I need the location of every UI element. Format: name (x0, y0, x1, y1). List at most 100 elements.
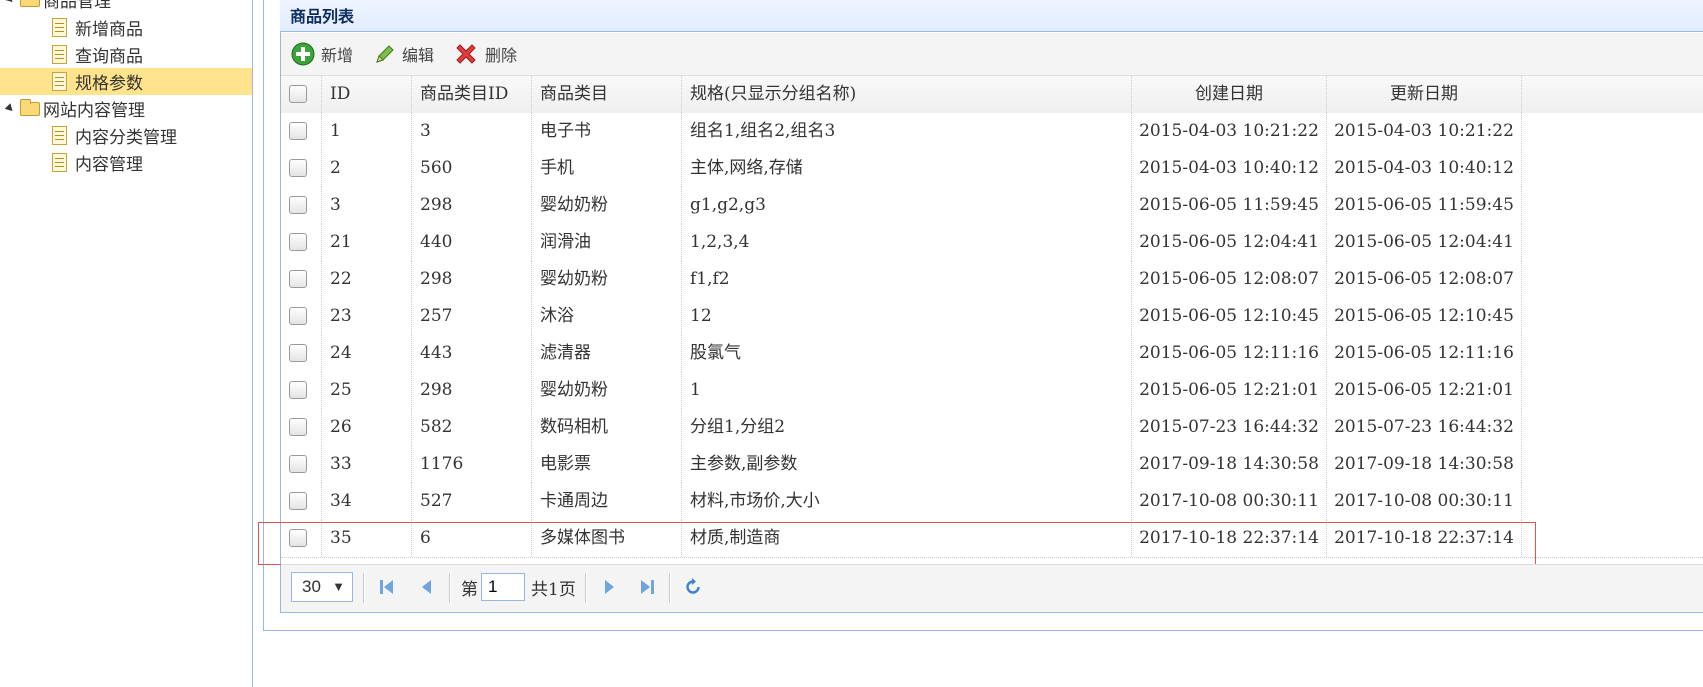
table-row[interactable]: 21 440 润滑油 1,2,3,4 2015-06-05 12:04:41 2015-0… (281, 224, 1703, 262)
row-checkbox[interactable] (289, 418, 307, 436)
add-button-label: 新增 (321, 46, 354, 65)
pager-separator (363, 573, 365, 603)
table-row[interactable]: 22 298 婴幼奶粉 f1,f2 2015-06-05 12:08:07 2015-06… (281, 261, 1703, 299)
next-page-icon[interactable] (599, 577, 619, 597)
tree-item-label: 内容管理 (75, 155, 143, 175)
tree-item-query-goods[interactable]: 查询商品 (0, 41, 252, 68)
cell-created: 2015-04-03 10:40:12 (1132, 150, 1327, 187)
document-icon (52, 18, 67, 37)
row-select-cell (281, 261, 322, 298)
tree-item-spec-params[interactable]: 规格参数 (0, 68, 252, 95)
row-checkbox[interactable] (289, 529, 307, 547)
page-size-select[interactable]: 30 ▼ (291, 572, 353, 602)
cell-id: 23 (322, 298, 412, 335)
cell-created: 2015-04-03 10:21:22 (1132, 113, 1327, 150)
row-checkbox[interactable] (289, 492, 307, 510)
cell-created: 2015-06-05 11:59:45 (1132, 187, 1327, 224)
row-checkbox[interactable] (289, 455, 307, 473)
column-header-category-id[interactable]: 商品类目ID (412, 76, 532, 113)
delete-x-icon (456, 44, 476, 64)
select-all-cell (281, 76, 322, 113)
prev-page-icon[interactable] (417, 577, 437, 597)
row-checkbox[interactable] (289, 344, 307, 362)
cell-spec: 1,2,3,4 (682, 224, 1132, 261)
column-header-id[interactable]: ID (322, 76, 412, 113)
row-checkbox[interactable] (289, 122, 307, 140)
column-header-spec[interactable]: 规格(只显示分组名称) (682, 76, 1132, 113)
tree-node-goods-management[interactable]: 商品管理 (0, 0, 252, 13)
cell-id: 33 (322, 446, 412, 483)
document-icon (52, 153, 67, 172)
row-checkbox[interactable] (289, 307, 307, 325)
plus-icon (291, 42, 315, 66)
table-row[interactable]: 3 298 婴幼奶粉 g1,g2,g3 2015-06-05 11:59:45 2015-… (281, 187, 1703, 225)
delete-button[interactable]: 删除 (453, 41, 517, 67)
row-select-cell (281, 372, 322, 409)
cell-spec: 1 (682, 372, 1132, 409)
cell-id: 22 (322, 261, 412, 298)
tree-item-content-management[interactable]: 内容管理 (0, 149, 252, 176)
cell-spec: g1,g2,g3 (682, 187, 1132, 224)
cell-id: 2 (322, 150, 412, 187)
cell-updated: 2015-06-05 12:08:07 (1327, 261, 1522, 298)
cell-updated: 2015-06-05 11:59:45 (1327, 187, 1522, 224)
refresh-icon[interactable] (683, 577, 703, 597)
row-checkbox[interactable] (289, 270, 307, 288)
collapse-triangle-icon[interactable] (4, 0, 16, 5)
cell-created: 2015-07-23 16:44:32 (1132, 409, 1327, 446)
cell-category: 滤清器 (532, 335, 682, 372)
column-header-updated[interactable]: 更新日期 (1327, 76, 1522, 113)
table-row[interactable]: 35 6 多媒体图书 材质,制造商 2017-10-18 22:37:14 2017-10… (281, 520, 1703, 558)
tree-node-site-content[interactable]: 网站内容管理 (0, 95, 252, 122)
tree-item-content-category[interactable]: 内容分类管理 (0, 122, 252, 149)
table-row[interactable]: 26 582 数码相机 分组1,分组2 2015-07-23 16:44:32 2015-… (281, 409, 1703, 447)
edit-button[interactable]: 编辑 (374, 41, 434, 67)
first-page-icon[interactable] (377, 577, 397, 597)
cell-category: 数码相机 (532, 409, 682, 446)
select-all-checkbox[interactable] (289, 85, 307, 103)
row-checkbox[interactable] (289, 381, 307, 399)
table-row[interactable]: 24 443 滤清器 股氯气 2015-06-05 12:11:16 2015-06-05… (281, 335, 1703, 373)
cell-id: 25 (322, 372, 412, 409)
last-page-icon[interactable] (637, 577, 657, 597)
grid-toolbar: 新增 编辑 删除 (281, 33, 1703, 76)
delete-button-label: 删除 (485, 46, 518, 65)
cell-spec: 分组1,分组2 (682, 409, 1132, 446)
column-header-category[interactable]: 商品类目 (532, 76, 682, 113)
table-row[interactable]: 2 560 手机 主体,网络,存储 2015-04-03 10:40:12 2015-04… (281, 150, 1703, 188)
collapse-triangle-icon[interactable] (4, 103, 16, 114)
cell-updated: 2015-06-05 12:21:01 (1327, 372, 1522, 409)
table-row[interactable]: 33 1176 电影票 主参数,副参数 2017-09-18 14:30:58 2017-… (281, 446, 1703, 484)
add-button[interactable]: 新增 (291, 41, 353, 67)
cell-category-id: 1176 (412, 446, 532, 483)
row-select-cell (281, 335, 322, 372)
cell-category-id: 443 (412, 335, 532, 372)
cell-category-id: 257 (412, 298, 532, 335)
cell-updated: 2015-06-05 12:10:45 (1327, 298, 1522, 335)
table-row[interactable]: 25 298 婴幼奶粉 1 2015-06-05 12:21:01 2015-06-05 … (281, 372, 1703, 410)
cell-created: 2015-06-05 12:21:01 (1132, 372, 1327, 409)
table-row[interactable]: 34 527 卡通周边 材料,市场价,大小 2017-10-08 00:30:11 201… (281, 483, 1703, 521)
table-row[interactable]: 1 3 电子书 组名1,组名2,组名3 2015-04-03 10:21:22 2015-… (281, 113, 1703, 151)
tree-item-label: 新增商品 (75, 20, 143, 40)
cell-spec: f1,f2 (682, 261, 1132, 298)
row-checkbox[interactable] (289, 233, 307, 251)
cell-category: 婴幼奶粉 (532, 261, 682, 298)
page-size-value: 30 (302, 577, 321, 596)
column-header-created[interactable]: 创建日期 (1132, 76, 1327, 113)
cell-category: 婴幼奶粉 (532, 187, 682, 224)
document-icon (52, 72, 67, 91)
row-select-cell (281, 113, 322, 150)
cell-category: 电影票 (532, 446, 682, 483)
current-page-input[interactable] (481, 573, 525, 601)
row-checkbox[interactable] (289, 159, 307, 177)
row-checkbox[interactable] (289, 196, 307, 214)
cell-created: 2015-06-05 12:11:16 (1132, 335, 1327, 372)
pencil-icon (376, 45, 394, 63)
row-select-cell (281, 520, 322, 557)
tree-item-label: 查询商品 (75, 47, 143, 67)
table-row[interactable]: 23 257 沐浴 12 2015-06-05 12:10:45 2015-06-05 1… (281, 298, 1703, 336)
cell-id: 34 (322, 483, 412, 520)
cell-category-id: 560 (412, 150, 532, 187)
tree-item-add-goods[interactable]: 新增商品 (0, 14, 252, 41)
